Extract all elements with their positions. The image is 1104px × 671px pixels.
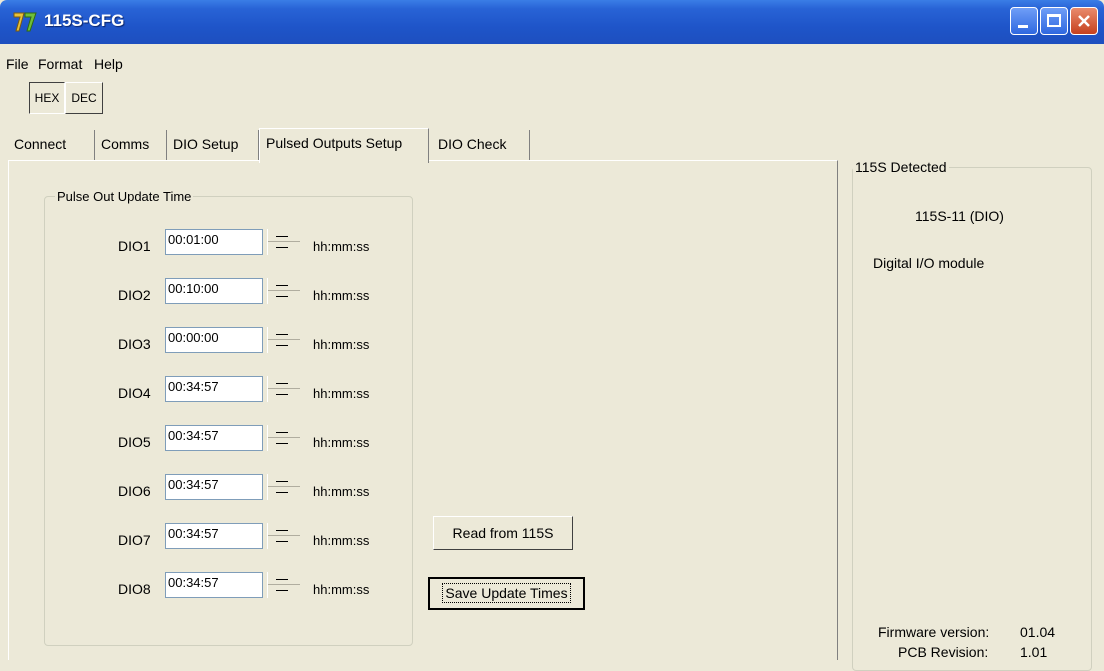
dio1-time-input[interactable]: 00:01:00 [165,229,263,255]
tab-dio-setup[interactable]: DIO Setup [167,130,259,160]
module-description: Digital I/O module [873,255,985,271]
maximize-button[interactable] [1040,7,1068,35]
dio5-unit-label: hh:mm:ss [313,435,370,450]
dio4-time-input[interactable]: 00:34:57 [165,376,263,402]
spin-up-icon [276,236,288,237]
close-icon [1078,15,1090,27]
menu-bar [0,44,1104,74]
dio6-label: DIO6 [118,483,151,499]
menu-file[interactable]: File [6,56,29,72]
dio2-unit-label: hh:mm:ss [313,288,370,303]
dio2-label: DIO2 [118,287,151,303]
title-bar[interactable] [0,0,1104,44]
pulse-out-group-title: Pulse Out Update Time [57,189,192,204]
window-title: 115S-CFG [44,11,125,30]
dio7-label: DIO7 [118,532,151,548]
spin-up-icon [276,530,288,531]
dio7-unit-label: hh:mm:ss [313,533,370,548]
app-icon [13,12,37,32]
spin-up-icon [276,432,288,433]
dio1-label: DIO1 [118,238,151,254]
save-update-times-button[interactable]: Save Update Times [428,577,585,610]
dio2-time-input[interactable]: 00:10:00 [165,278,263,304]
dio4-label: DIO4 [118,385,151,401]
spin-up-icon [276,334,288,335]
dio6-spinner[interactable] [267,474,300,500]
spin-down-icon [276,296,288,297]
dio5-label: DIO5 [118,434,151,450]
dio3-time-input[interactable]: 00:00:00 [165,327,263,353]
dio6-unit-label: hh:mm:ss [313,484,370,499]
module-model: 115S-11 (DIO) [915,208,1004,224]
dio5-time-input[interactable]: 00:34:57 [165,425,263,451]
pcb-revision-label: PCB Revision: [898,644,989,660]
close-button[interactable] [1070,7,1098,35]
spin-up-icon [276,579,288,580]
spin-up-icon [276,285,288,286]
dec-button[interactable]: DEC [65,82,103,114]
minimize-button[interactable] [1010,7,1038,35]
dio4-spinner[interactable] [267,376,300,402]
dio8-time-input[interactable]: 00:34:57 [165,572,263,598]
dio6-time-input[interactable]: 00:34:57 [165,474,263,500]
detected-group: 115S Detected [852,159,1092,671]
spin-up-icon [276,383,288,384]
spin-down-icon [276,443,288,444]
spin-down-icon [276,247,288,248]
tab-comms[interactable]: Comms [95,130,167,160]
dio8-unit-label: hh:mm:ss [313,582,370,597]
dio3-label: DIO3 [118,336,151,352]
maximize-icon [1047,14,1061,27]
dio1-spinner[interactable] [267,229,300,255]
pcb-revision-value: 1.01 [1020,644,1048,660]
spin-down-icon [276,394,288,395]
menu-help[interactable]: Help [94,56,123,72]
dio5-spinner[interactable] [267,425,300,451]
dio7-spinner[interactable] [267,523,300,549]
dio7-time-input[interactable]: 00:34:57 [165,523,263,549]
read-from-115s-button[interactable]: Read from 115S [433,516,573,550]
firmware-version-value: 01.04 [1020,624,1056,640]
dio8-spinner[interactable] [267,572,300,598]
dio8-label: DIO8 [118,581,151,597]
spin-down-icon [276,541,288,542]
firmware-version-label: Firmware version: [878,624,990,640]
dio4-unit-label: hh:mm:ss [313,386,370,401]
dio1-unit-label: hh:mm:ss [313,239,370,254]
spin-down-icon [276,590,288,591]
dio3-spinner[interactable] [267,327,300,353]
menu-format[interactable]: Format [38,56,82,72]
spin-down-icon [276,492,288,493]
tab-connect[interactable]: Connect [8,130,95,160]
minimize-icon [1018,25,1028,28]
tab-dio-check[interactable]: DIO Check [432,130,530,160]
save-update-times-label: Save Update Times [442,583,571,603]
hex-button[interactable]: HEX [29,82,65,114]
detected-group-title: 115S Detected [855,159,947,175]
spin-up-icon [276,481,288,482]
dio2-spinner[interactable] [267,278,300,304]
spin-down-icon [276,345,288,346]
dio3-unit-label: hh:mm:ss [313,337,370,352]
tab-pulsed-outputs-setup[interactable]: Pulsed Outputs Setup [259,128,429,163]
